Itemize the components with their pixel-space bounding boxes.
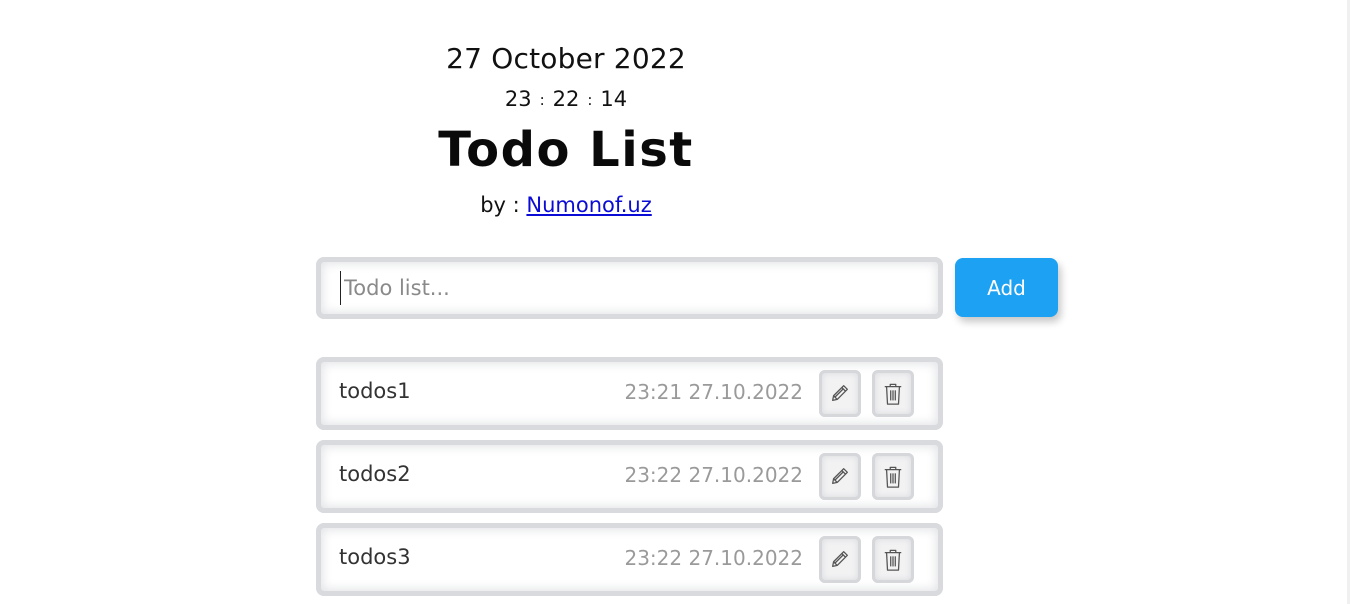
trash-icon — [884, 383, 902, 405]
todo-input-wrapper — [316, 257, 943, 319]
time-minutes: 22 — [552, 87, 580, 111]
todo-item: todos1 23:21 27.10.2022 — [316, 357, 943, 430]
add-button[interactable]: Add — [955, 258, 1058, 317]
todo-timestamp: 23:21 27.10.2022 — [624, 380, 803, 404]
todo-timestamp: 23:22 27.10.2022 — [624, 546, 803, 570]
pencil-icon — [832, 468, 848, 484]
delete-button[interactable] — [872, 536, 914, 583]
edit-button[interactable] — [819, 536, 861, 583]
pencil-icon — [832, 385, 848, 401]
author-link[interactable]: Numonof.uz — [526, 193, 651, 217]
trash-icon — [884, 549, 902, 571]
todo-text: todos3 — [339, 545, 411, 569]
todo-timestamp: 23:22 27.10.2022 — [624, 463, 803, 487]
page-title: Todo List — [438, 122, 694, 178]
trash-icon — [884, 466, 902, 488]
time-hours: 23 — [504, 87, 532, 111]
byline: by : Numonof.uz — [416, 193, 716, 217]
pencil-icon — [832, 551, 848, 567]
todo-text: todos2 — [339, 462, 411, 486]
delete-button[interactable] — [872, 370, 914, 417]
edit-button[interactable] — [819, 370, 861, 417]
delete-button[interactable] — [872, 453, 914, 500]
current-time: 23:22:14 — [416, 87, 716, 111]
current-date: 27 October 2022 — [446, 42, 686, 75]
todo-item: todos2 23:22 27.10.2022 — [316, 440, 943, 513]
byline-prefix: by : — [480, 193, 527, 217]
todo-list: todos1 23:21 27.10.2022 todos2 23:22 27.… — [316, 357, 943, 604]
time-seconds: 14 — [600, 87, 628, 111]
todo-input[interactable] — [340, 271, 924, 305]
edit-button[interactable] — [819, 453, 861, 500]
time-separator: : — [539, 91, 545, 109]
todo-item: todos3 23:22 27.10.2022 — [316, 523, 943, 596]
todo-text: todos1 — [339, 379, 411, 403]
time-separator: : — [587, 91, 593, 109]
page: 27 October 2022 23:22:14 Todo List by : … — [0, 0, 1350, 604]
